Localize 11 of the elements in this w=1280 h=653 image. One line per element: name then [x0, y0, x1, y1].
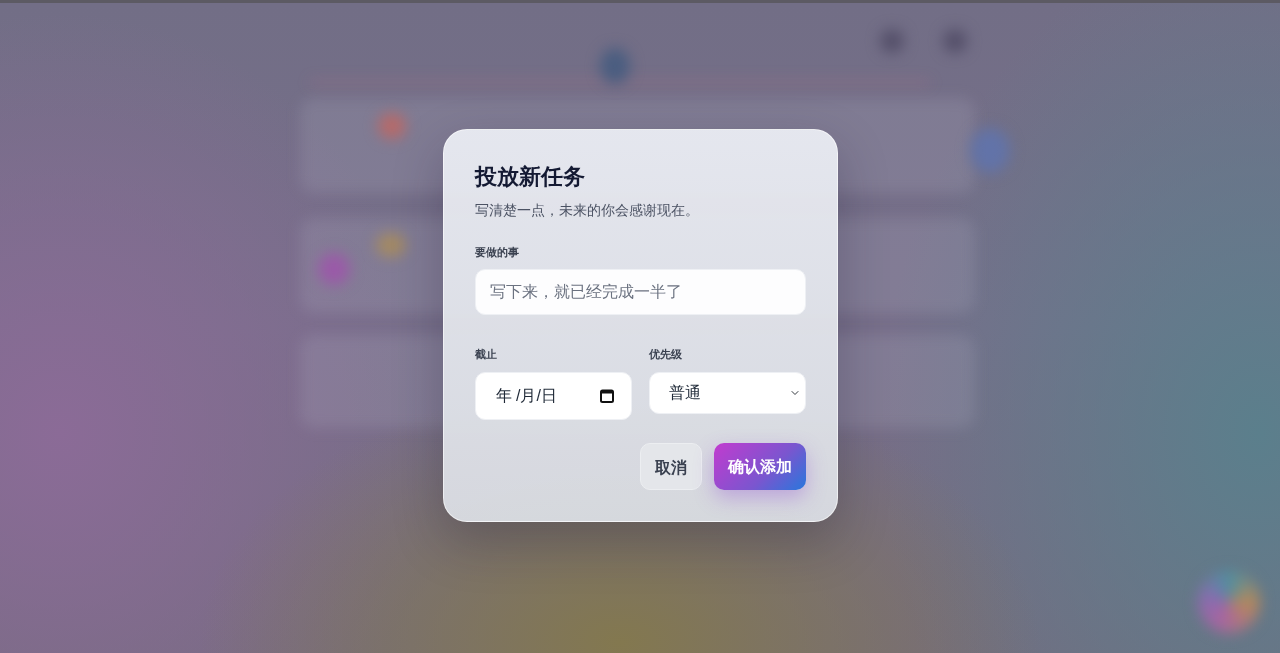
field-label: 优先级 — [648, 347, 683, 362]
task-input[interactable]: 写下来，就已经完成一半了 — [474, 269, 806, 315]
field-label: 截止 — [474, 347, 498, 362]
dialog-title: 投放新任务 — [474, 163, 586, 191]
calendar-icon[interactable] — [599, 389, 614, 403]
date-field[interactable]: 年 /月/日 — [474, 372, 632, 420]
confirm-button[interactable]: 确认添加 — [713, 443, 806, 490]
dialog-subtitle: 写清楚一点，未来的你会感谢现在。 — [474, 201, 700, 220]
priority-select[interactable]: 普通 — [648, 372, 806, 414]
field-label: 要做的事 — [474, 245, 520, 260]
cancel-button[interactable]: 取消 — [639, 443, 702, 490]
